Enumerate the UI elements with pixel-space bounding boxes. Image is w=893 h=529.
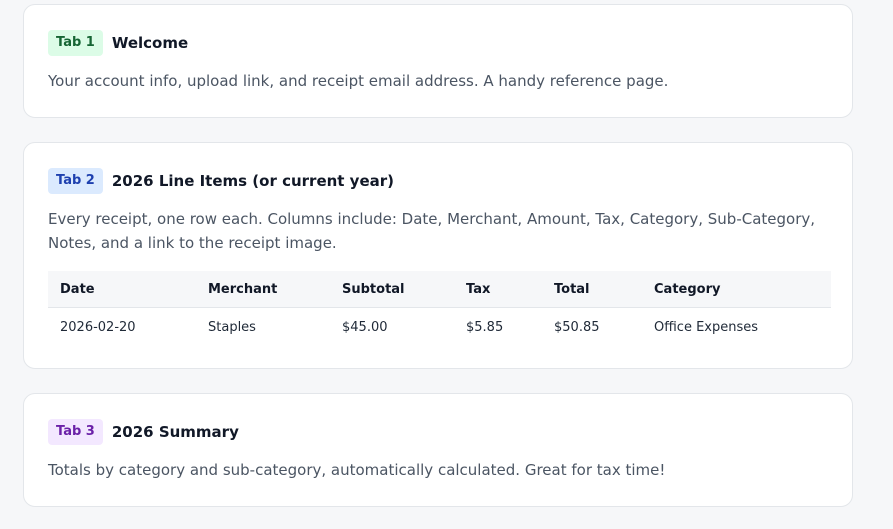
card-description: Your account info, upload link, and rece… [48, 72, 669, 90]
cell-total: $50.85 [554, 319, 600, 335]
column-header-merchant: Merchant [196, 271, 330, 308]
column-header-category: Category [642, 271, 831, 308]
card-description: Every receipt, one row each. Columns inc… [48, 210, 816, 252]
tab-badge: Tab 2 [48, 168, 103, 194]
column-header-tax: Tax [454, 271, 542, 308]
card-description: Totals by category and sub-category, aut… [48, 461, 666, 479]
tab-badge: Tab 1 [48, 30, 103, 56]
column-header-total: Total [542, 271, 642, 308]
line-items-table: Date Merchant Subtotal Tax Total Categor… [48, 271, 831, 346]
card-header: Tab 1 Welcome [48, 30, 188, 56]
cell-tax: $5.85 [466, 319, 504, 335]
tab-3-card: Tab 3 2026 Summary Totals by category an… [23, 393, 853, 507]
cell-merchant: Staples [208, 319, 256, 335]
tab-1-card: Tab 1 Welcome Your account info, upload … [23, 4, 853, 118]
table-header-row: Date Merchant Subtotal Tax Total Categor… [48, 271, 831, 308]
column-header-date: Date [48, 271, 196, 308]
column-header-subtotal: Subtotal [330, 271, 454, 308]
cell-subtotal: $45.00 [342, 319, 388, 335]
card-title: Welcome [111, 34, 189, 52]
cell-category: Office Expenses [654, 319, 759, 335]
table-row: 2026-02-20 Staples $45.00 $5.85 $50.85 O… [48, 308, 831, 347]
card-header: Tab 3 2026 Summary [48, 419, 239, 445]
card-title: 2026 Line Items (or current year) [111, 172, 395, 190]
tab-2-card: Tab 2 2026 Line Items (or current year) … [23, 142, 853, 369]
card-header: Tab 2 2026 Line Items (or current year) [48, 168, 394, 194]
tab-badge: Tab 3 [48, 419, 103, 445]
cell-date: 2026-02-20 [60, 319, 136, 335]
card-title: 2026 Summary [111, 423, 239, 441]
